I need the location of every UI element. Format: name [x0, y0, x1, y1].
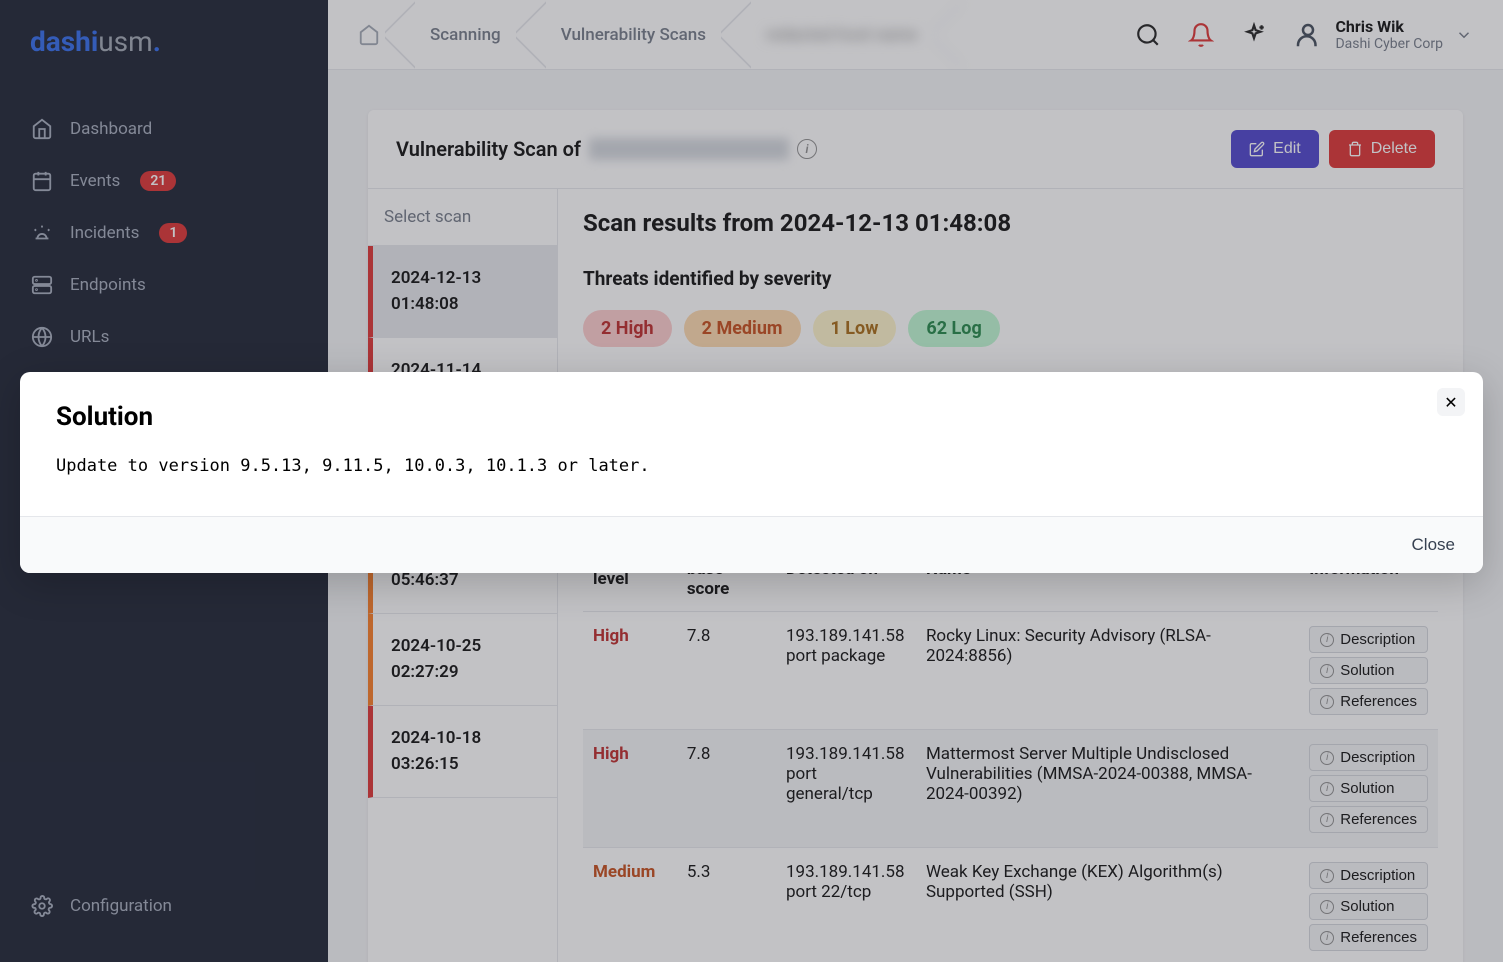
modal-title: Solution	[56, 402, 1447, 432]
modal-close-x[interactable]: ✕	[1437, 388, 1465, 416]
modal-body: Solution Update to version 9.5.13, 9.11.…	[20, 372, 1483, 516]
modal-close-button[interactable]: Close	[1412, 535, 1455, 555]
modal-text: Update to version 9.5.13, 9.11.5, 10.0.3…	[56, 456, 1447, 476]
modal-footer: Close	[20, 516, 1483, 573]
solution-modal: ✕ Solution Update to version 9.5.13, 9.1…	[20, 372, 1483, 573]
